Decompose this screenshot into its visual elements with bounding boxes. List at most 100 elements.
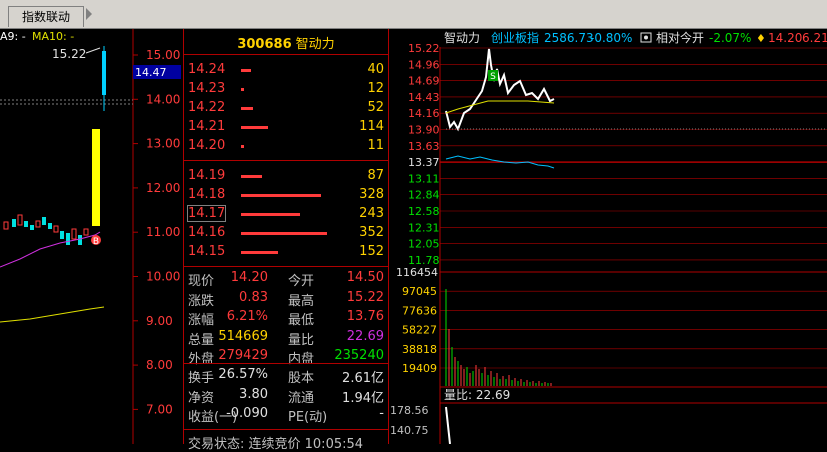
ma-legend-a9: A9: - — [0, 30, 26, 43]
kline-candle-limit-up — [92, 129, 100, 226]
ask-row[interactable]: 14.22 52 — [184, 99, 388, 118]
stat-value: 235240 — [334, 348, 384, 363]
kline-y-tick-label: 14.00 — [146, 92, 180, 106]
ask-row[interactable]: 14.20 11 — [184, 137, 388, 156]
ask-bar — [241, 88, 244, 91]
intraday-price-tick: 13.37 — [408, 156, 440, 169]
tab-index-linkage[interactable]: 指数联动 — [8, 6, 84, 27]
quote-stat-row: 现价 14.20 今开 14.50 — [184, 270, 388, 289]
stat-label: 内盘 — [288, 352, 315, 367]
stat-value: 15.22 — [346, 289, 384, 305]
ma-legend-ma10: MA10: - — [32, 30, 74, 43]
volume-ratio-line — [445, 406, 451, 444]
ask-price: 14.24 — [188, 62, 226, 77]
ask-row[interactable]: 14.24 40 — [184, 61, 388, 80]
quote-stat-row: 涨跌 0.83 最高 15.22 — [184, 289, 388, 309]
bell-icon[interactable]: ♦ — [756, 32, 766, 45]
stat-label: 换手 — [188, 371, 215, 386]
intraday-price-tick: 12.58 — [408, 205, 440, 218]
bid-price: 14.17 — [186, 205, 227, 222]
stat-label: PE(动) — [288, 410, 328, 425]
intraday-price-tick: 14.96 — [408, 58, 440, 71]
bid-row[interactable]: 14.16 352 — [184, 224, 388, 243]
volume-grid — [440, 271, 827, 369]
bid-price: 14.18 — [188, 187, 226, 202]
stock-code: 300686 — [237, 37, 292, 52]
rel-open-label: 相对今开 — [656, 30, 704, 45]
intraday-price-tick: 13.63 — [408, 140, 440, 153]
intraday-index-name: 创业板指 — [491, 30, 539, 45]
ask-volume: 11 — [367, 138, 384, 153]
volume-axis: 116454 97045 77636 58227 38818 19409 — [396, 266, 438, 375]
intraday-chart: 智动力 创业板指 2586.73 -0.80% 相对今开 -2.07% ♦ 14… — [390, 30, 827, 444]
kline-y-tick-label: 9.00 — [146, 314, 173, 328]
bid-bar — [241, 213, 300, 216]
ask-bar — [241, 126, 268, 129]
intraday-price-tick: 14.69 — [408, 75, 440, 88]
stat-label: 净资 — [188, 390, 215, 406]
intraday-price-tick: 14.43 — [408, 91, 440, 104]
bid-price: 14.15 — [188, 244, 226, 259]
quote-stat-row: 净资 3.80 流通 1.94亿 — [184, 387, 388, 406]
ratio-tick: 140.75 — [390, 424, 429, 437]
bid-price: 14.16 — [188, 225, 226, 240]
stat-value: 6.21% — [226, 309, 268, 324]
tab-bar — [0, 0, 827, 29]
intraday-price-tick: 12.05 — [408, 238, 440, 251]
quote-panel: 300686 智动力 14.24 40 14.23 12 14.22 52 14.21 1… — [183, 29, 389, 452]
ask-price: 14.21 — [188, 119, 226, 134]
bid-volume: 328 — [359, 187, 384, 202]
stat-label: 外盘 — [188, 352, 215, 367]
bid-volume: 243 — [359, 206, 384, 221]
bid-price: 14.19 — [188, 168, 226, 183]
sell-marker-label: S — [490, 72, 496, 82]
divider — [184, 54, 388, 55]
divider — [184, 363, 388, 364]
bid-row[interactable]: 14.18 328 — [184, 186, 388, 205]
stat-value: 22.69 — [346, 328, 384, 344]
intraday-price-tick: 11.78 — [408, 254, 440, 267]
stat-label: 总量 — [188, 332, 215, 348]
bid-row[interactable]: 14.17 243 — [184, 205, 388, 224]
ask-row[interactable]: 14.21 114 — [184, 118, 388, 137]
stat-value: - — [379, 406, 384, 421]
kline-high-marker-pointer — [85, 47, 101, 54]
intraday-index-change: -0.80% — [590, 31, 632, 45]
divider — [184, 266, 388, 267]
quote-stat-row: 换手 26.57% 股本 2.61亿 — [184, 367, 388, 386]
ask-price: 14.20 — [188, 138, 226, 153]
intraday-price-tick: 15.22 — [408, 42, 440, 55]
kline-ma10-line — [0, 306, 105, 323]
ratio-tick: 178.56 — [390, 404, 429, 417]
stat-label: 流通 — [288, 390, 315, 406]
stat-label: 涨跌 — [188, 293, 215, 309]
bid-row[interactable]: 14.15 152 — [184, 243, 388, 262]
bid-bar — [241, 232, 327, 235]
stat-label: 股本 — [288, 371, 315, 386]
ask-row[interactable]: 14.23 12 — [184, 80, 388, 99]
volume-tick: 97045 — [402, 285, 437, 298]
intraday-price-tick: 13.90 — [408, 124, 440, 137]
intraday-price-tick: 13.11 — [408, 172, 440, 185]
divider — [184, 429, 388, 430]
stat-value: 2.61亿 — [342, 371, 384, 386]
kline-high-marker: 15.22 — [52, 47, 86, 61]
bid-volume: 87 — [367, 168, 384, 183]
volume-tick: 38818 — [402, 343, 437, 356]
ask-volume: 12 — [367, 81, 384, 96]
camera-icon-lens — [644, 35, 648, 40]
stat-label: 最低 — [288, 313, 315, 328]
stat-label: 量比 — [288, 332, 315, 348]
stat-value: 279429 — [218, 348, 268, 363]
bid-bar — [241, 175, 262, 178]
tab-scroll-arrow-icon[interactable] — [86, 8, 92, 20]
quote-stat-row: 涨幅 6.21% 最低 13.76 — [184, 309, 388, 328]
stat-label: 今开 — [288, 274, 315, 289]
bid-row[interactable]: 14.19 87 — [184, 167, 388, 186]
divider — [184, 160, 388, 161]
stat-label: 最高 — [288, 293, 315, 309]
intraday-price-line — [445, 48, 555, 132]
intraday-price-tick: 12.31 — [408, 221, 440, 234]
ask-volume: 40 — [367, 62, 384, 77]
quote-stat-row: 总量 514669 量比 22.69 — [184, 328, 388, 348]
